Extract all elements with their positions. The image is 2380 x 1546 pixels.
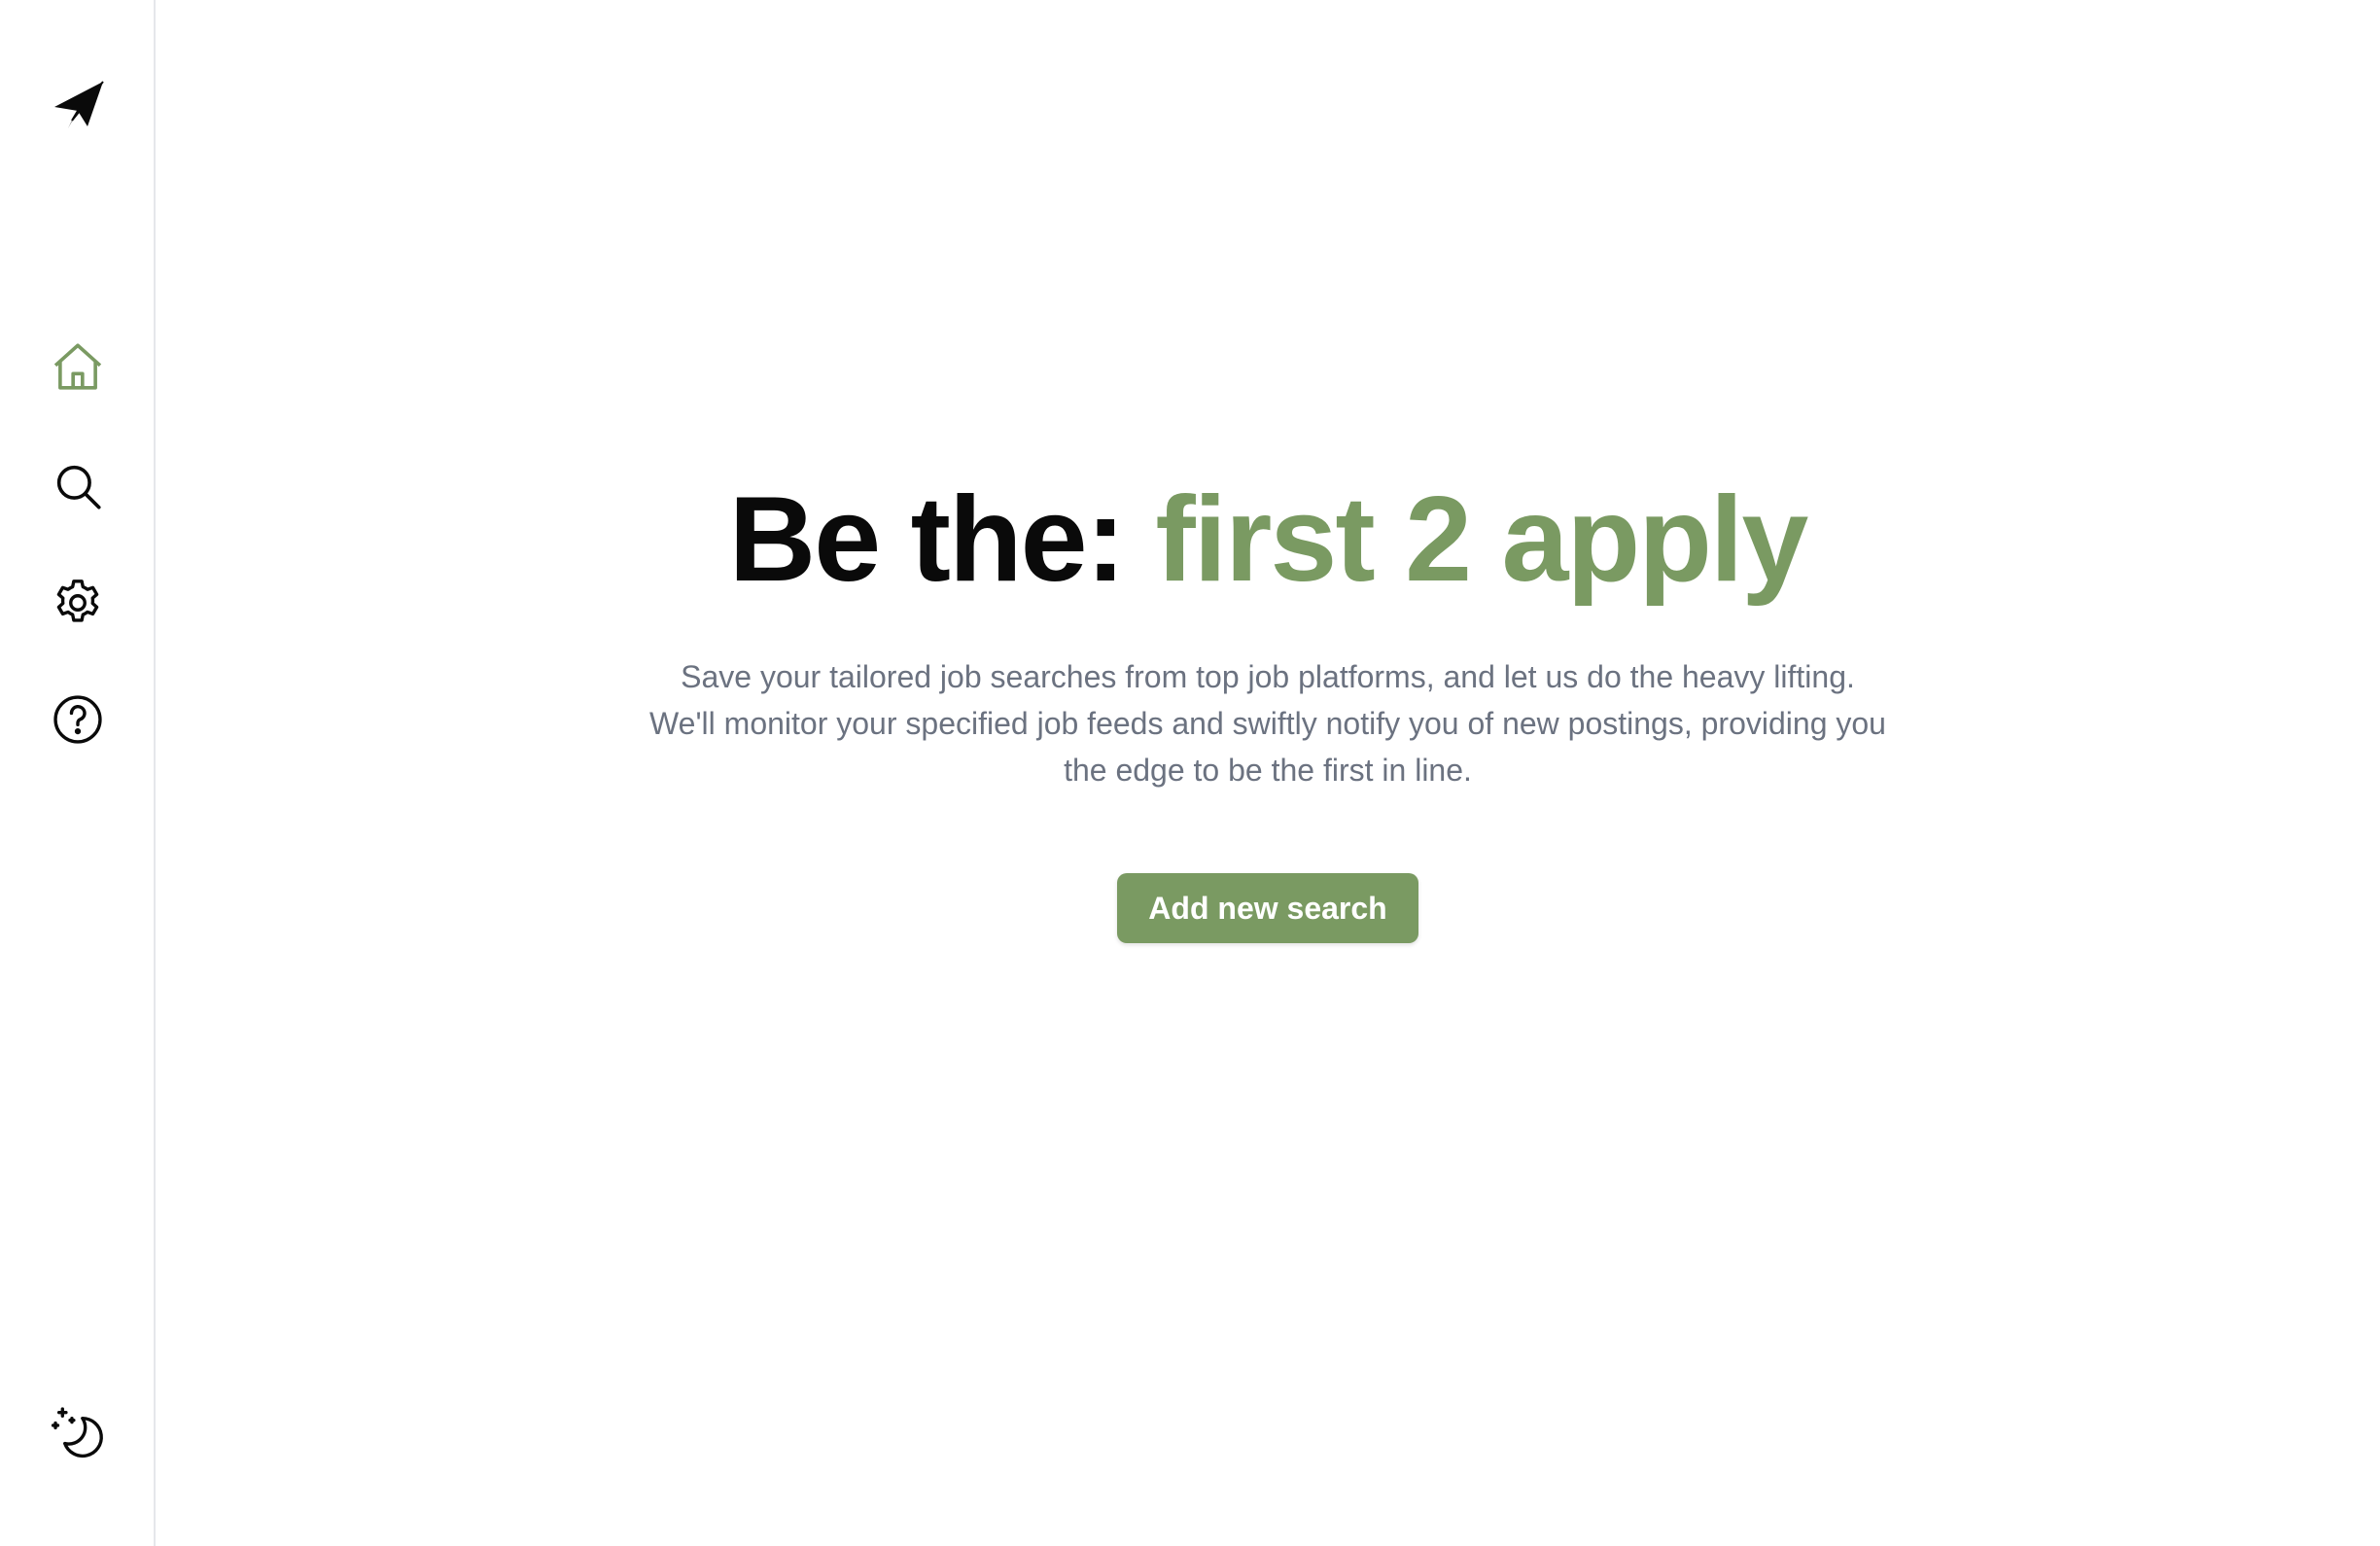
search-icon [56,465,101,509]
sidebar-item-search[interactable] [47,455,109,517]
sidebar-item-home[interactable] [47,335,109,398]
sidebar-item-help[interactable] [47,688,109,751]
add-new-search-button[interactable]: Add new search [1117,873,1418,943]
page-title-accent: first 2 apply [1155,473,1808,607]
main-content: Be the: first 2 apply Save your tailored… [156,0,2380,1546]
hero: Be the: first 2 apply Save your tailored… [156,467,2380,943]
paper-plane-icon[interactable] [51,78,105,132]
gear-icon [56,580,99,622]
moon-stars-icon [51,1407,103,1458]
page-title: Be the: first 2 apply [156,467,2380,613]
sidebar [0,0,156,1546]
sidebar-item-settings[interactable] [47,572,109,634]
app-root: Be the: first 2 apply Save your tailored… [0,0,2380,1546]
help-circle-icon [53,695,102,744]
page-title-prefix: Be the: [728,473,1156,607]
home-icon [53,343,102,390]
hero-description: Save your tailored job searches from top… [649,659,1886,788]
theme-toggle-button[interactable] [47,1400,109,1462]
